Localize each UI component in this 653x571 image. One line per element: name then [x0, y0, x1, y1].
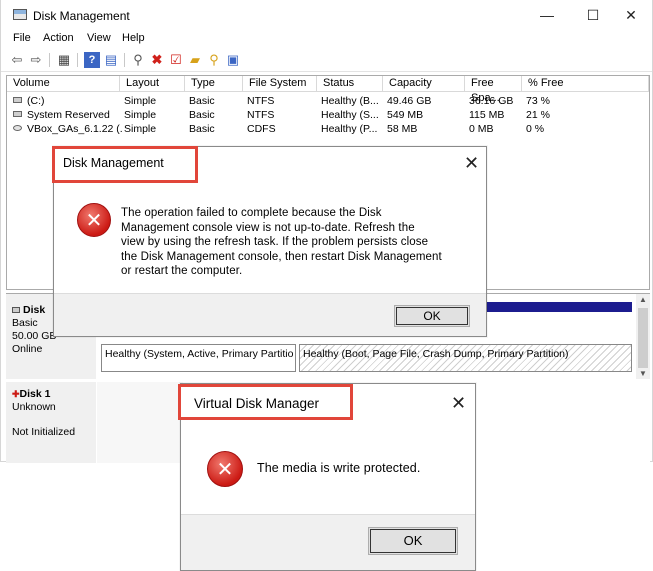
message-line: the Disk Management console, then restar… — [121, 250, 442, 263]
cell-free-space: 36.16 GB — [469, 95, 514, 107]
cell-status: Healthy (S... — [321, 109, 379, 121]
cell-capacity: 549 MB — [387, 109, 424, 121]
toolbar-separator — [124, 53, 125, 67]
scroll-thumb[interactable] — [638, 308, 648, 368]
properties-icon[interactable]: ▤ — [103, 52, 119, 68]
cell-type: Basic — [189, 95, 215, 107]
drive-icon — [13, 97, 22, 103]
title-bar: Disk Management — ☐ ✕ — [1, 0, 652, 30]
column-header-volume[interactable]: Volume — [7, 76, 120, 92]
menu-help[interactable]: Help — [122, 32, 145, 44]
error-icon: ✕ — [77, 203, 111, 237]
back-icon[interactable]: ⇦ — [9, 52, 25, 68]
window-title: Disk Management — [33, 9, 130, 23]
menu-file[interactable]: File — [13, 32, 31, 44]
console-tree-icon[interactable]: ▦ — [56, 52, 72, 68]
message-line: The operation failed to complete because… — [121, 207, 382, 219]
scroll-up-icon[interactable]: ▲ — [636, 294, 650, 306]
dialog-close-button[interactable]: ✕ — [464, 154, 479, 172]
cell-volume: System Reserved — [27, 109, 110, 121]
check-icon[interactable]: ☑ — [168, 52, 184, 68]
menu-action[interactable]: Action — [43, 32, 74, 44]
title-highlight-box — [178, 384, 353, 420]
cell-capacity: 58 MB — [387, 123, 418, 135]
scroll-down-icon[interactable]: ▼ — [636, 368, 650, 380]
drive-icon — [13, 111, 22, 117]
disk-1-title: Disk 1 — [19, 388, 51, 400]
dialog-footer: OK — [54, 293, 486, 336]
disk-0-state: Online — [12, 343, 43, 355]
toolbar-separator — [49, 53, 50, 67]
dialog-close-button[interactable]: ✕ — [451, 394, 466, 412]
cell-percent-free: 0 % — [526, 123, 545, 135]
toolbar-separator — [77, 53, 78, 67]
column-header-free-space[interactable]: Free Spa... — [465, 76, 522, 104]
message-line: or restart the computer. — [121, 265, 243, 277]
partition-system-reserved[interactable]: Healthy (System, Active, Primary Partiti… — [101, 344, 296, 372]
cell-volume: (C:) — [27, 95, 45, 107]
search-icon[interactable]: ⚲ — [206, 52, 222, 68]
cell-status: Healthy (P... — [321, 123, 378, 135]
cd-drive-icon — [13, 125, 22, 131]
ok-button[interactable]: OK — [394, 305, 470, 327]
disk-icon — [12, 307, 20, 313]
menu-bar: File Action View Help — [1, 30, 652, 48]
dialog-message: The media is write protected. — [257, 461, 421, 475]
cell-file-system: NTFS — [247, 95, 275, 107]
table-row[interactable]: (C:) Simple Basic NTFS Healthy (B... 49.… — [7, 94, 649, 108]
close-button[interactable]: ✕ — [619, 5, 643, 25]
cell-file-system: CDFS — [247, 123, 276, 135]
cell-capacity: 49.46 GB — [387, 95, 432, 107]
message-line: view by using the refresh task. If the p… — [121, 236, 429, 248]
disk-unknown-icon: ✚ — [12, 389, 20, 399]
column-header-status[interactable]: Status — [317, 76, 383, 92]
table-row[interactable]: System Reserved Simple Basic NTFS Health… — [7, 108, 649, 122]
disk-1-status: Not Initialized — [12, 426, 76, 438]
cell-type: Basic — [189, 109, 215, 121]
error-icon: ✕ — [207, 451, 243, 487]
ok-button[interactable]: OK — [368, 527, 458, 555]
toolbar: ⇦ ⇨ ▦ ? ▤ ⚲ ✖ ☑ ▰ ⚲ ▣ — [1, 48, 652, 72]
disk-pane-scrollbar[interactable]: ▲ ▼ — [636, 294, 650, 379]
column-header-percent-free[interactable]: % Free — [522, 76, 649, 92]
cell-layout: Simple — [124, 109, 157, 121]
minimize-button[interactable]: — — [535, 5, 559, 25]
disk-1-name: ✚Disk 1 — [12, 388, 96, 401]
cell-status: Healthy (B... — [321, 95, 379, 107]
cell-file-system: NTFS — [247, 109, 275, 121]
cell-layout: Simple — [124, 95, 157, 107]
folder-icon[interactable]: ▰ — [187, 52, 203, 68]
cell-free-space: 0 MB — [469, 123, 494, 135]
disk-management-app-icon — [13, 9, 27, 20]
connect-icon[interactable]: ⚲ — [130, 52, 146, 68]
forward-icon[interactable]: ⇨ — [28, 52, 44, 68]
column-header-capacity[interactable]: Capacity — [383, 76, 465, 92]
maximize-button[interactable]: ☐ — [581, 5, 605, 25]
help-icon[interactable]: ? — [84, 52, 100, 68]
cell-type: Basic — [189, 123, 215, 135]
column-header-file-system[interactable]: File System — [243, 76, 317, 92]
cell-percent-free: 73 % — [526, 95, 550, 107]
menu-view[interactable]: View — [87, 32, 111, 44]
message-line: Management console view is not up-to-dat… — [121, 221, 415, 234]
cell-volume: VBox_GAs_6.1.22 (... — [27, 123, 122, 135]
cell-layout: Simple — [124, 123, 157, 135]
title-highlight-box — [52, 146, 198, 183]
column-header-type[interactable]: Type — [185, 76, 243, 92]
disk-1-state: Unknown — [12, 401, 56, 413]
disk-1-area[interactable] — [97, 382, 183, 463]
partition-c-drive[interactable]: Healthy (Boot, Page File, Crash Dump, Pr… — [299, 344, 632, 372]
settings-icon[interactable]: ▣ — [225, 52, 241, 68]
delete-icon[interactable]: ✖ — [149, 52, 165, 68]
table-row[interactable]: VBox_GAs_6.1.22 (... Simple Basic CDFS H… — [7, 122, 649, 136]
cell-free-space: 115 MB — [469, 109, 505, 121]
disk-1-label[interactable]: ✚Disk 1 Unknown Not Initialized — [6, 382, 96, 463]
dialog-message: The operation failed to complete because… — [121, 206, 442, 279]
cell-percent-free: 21 % — [526, 109, 550, 121]
disk-0-title: Disk — [23, 304, 46, 316]
dialog-footer: OK — [181, 514, 475, 570]
column-header-layout[interactable]: Layout — [120, 76, 185, 92]
